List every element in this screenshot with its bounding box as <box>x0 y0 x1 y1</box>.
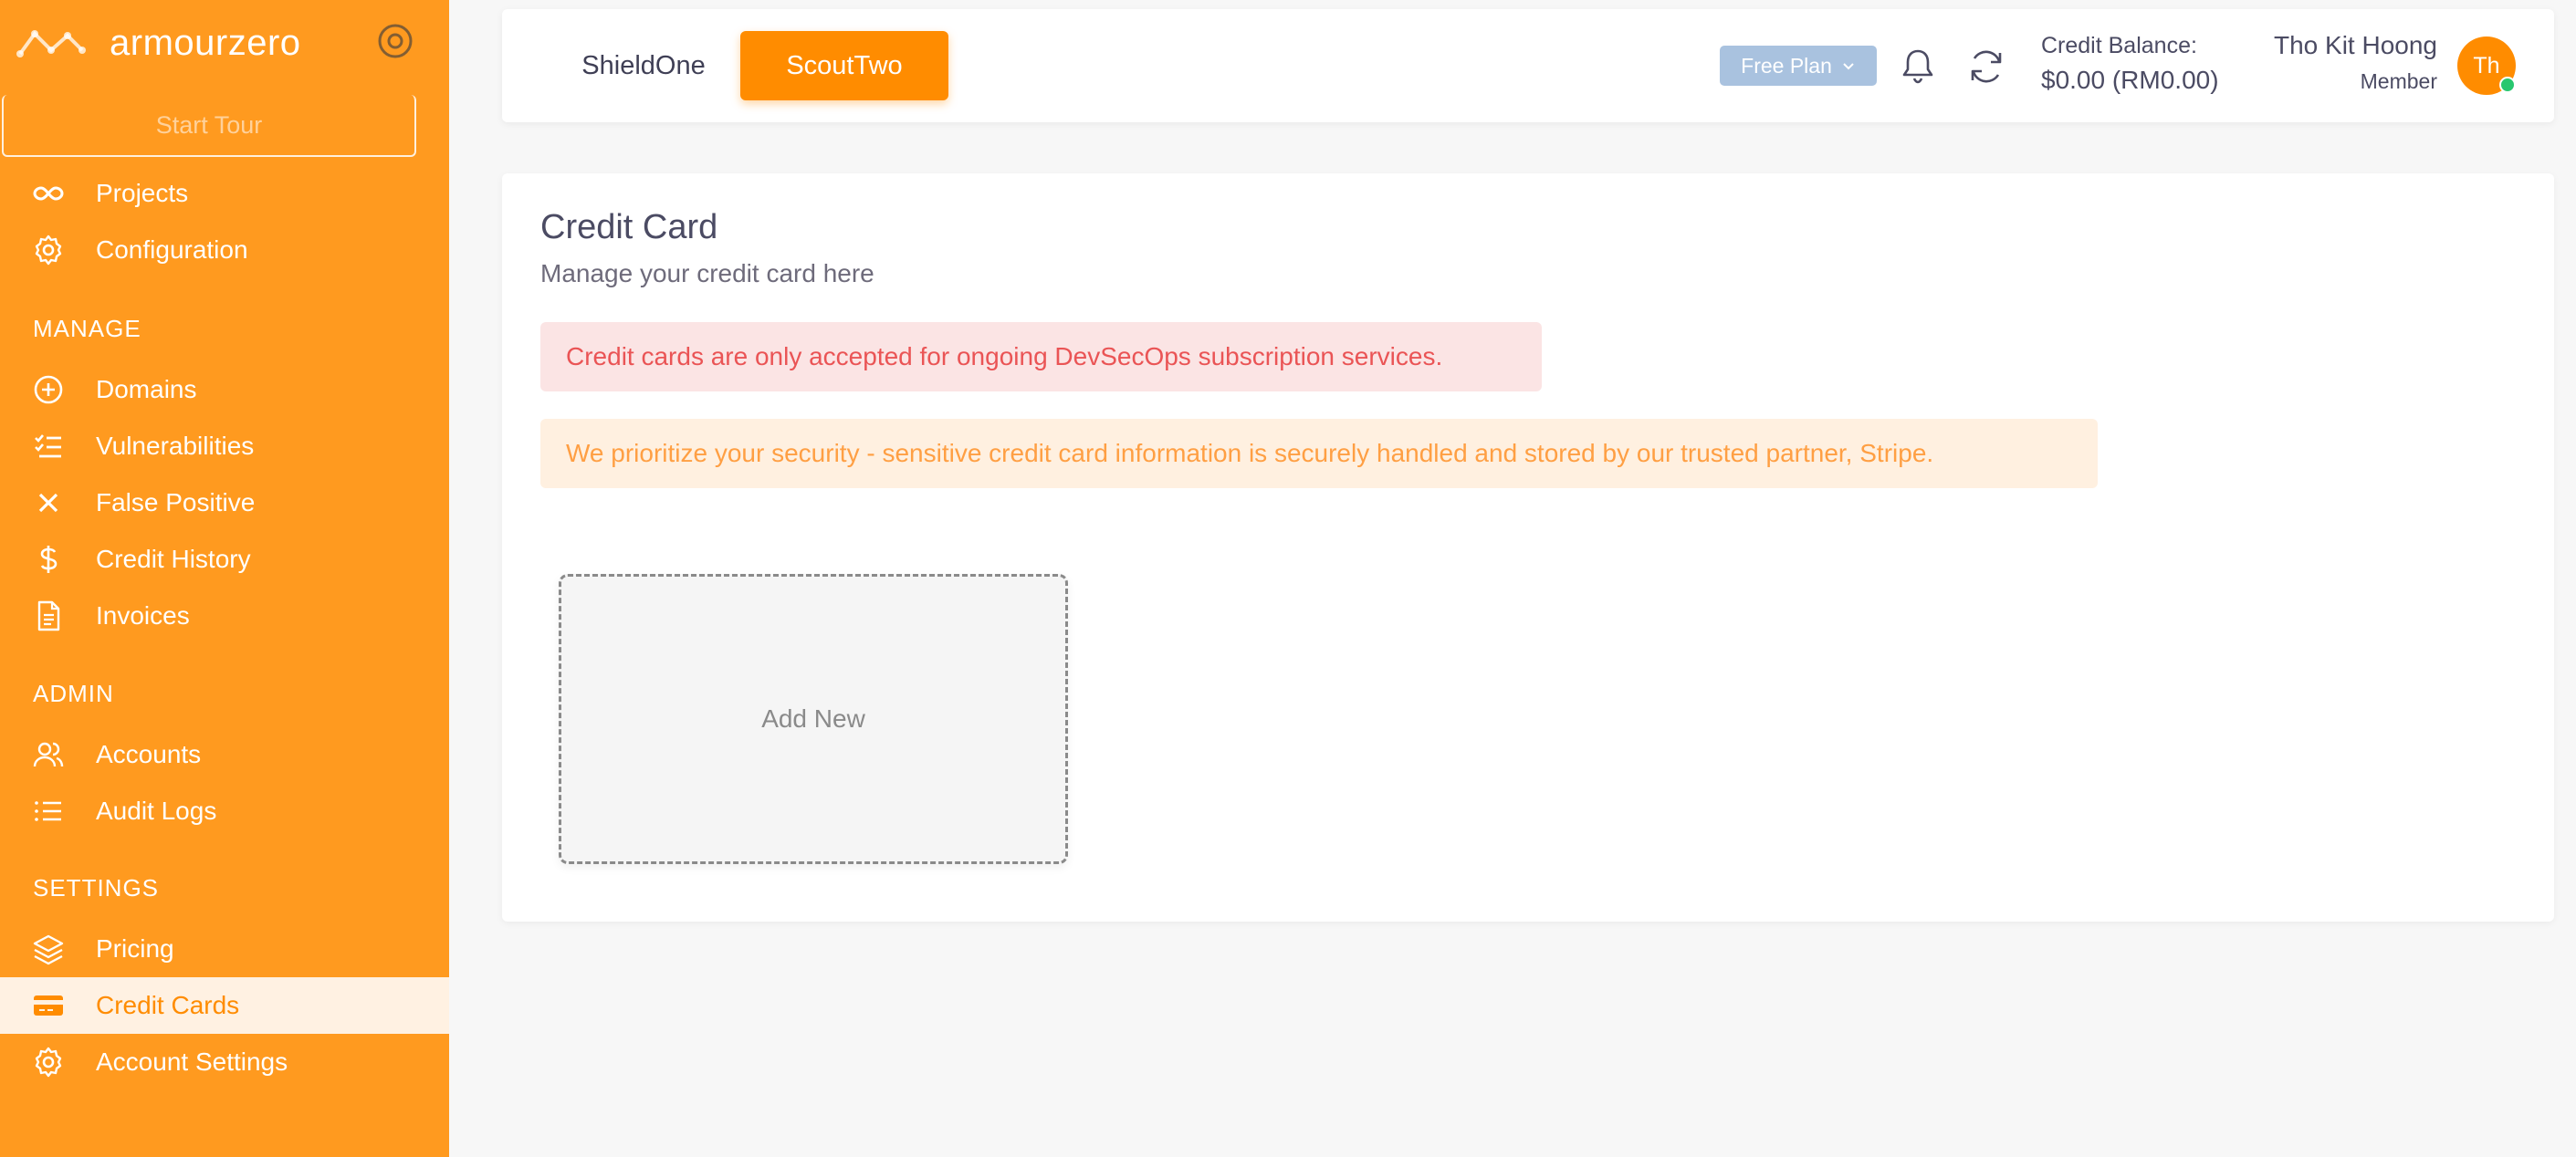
refresh-icon[interactable] <box>1965 46 2007 88</box>
sidebar: armourzero Start Tour Projects Configura… <box>0 0 449 1157</box>
users-icon <box>31 737 66 772</box>
user-name: Tho Kit Hoong <box>2274 31 2437 59</box>
sidebar-item-label: Pricing <box>96 934 174 963</box>
alert-warning: We prioritize your security - sensitive … <box>540 419 2098 488</box>
document-icon <box>31 599 66 633</box>
dollar-icon <box>31 542 66 577</box>
top-bar: ShieldOne ScoutTwo Free Plan Credit Bala… <box>502 9 2554 122</box>
gear-icon <box>31 1045 66 1079</box>
close-icon <box>31 485 66 520</box>
credit-balance-value: $0.00 (RM0.00) <box>2041 66 2219 94</box>
sidebar-item-accounts[interactable]: Accounts <box>0 726 449 783</box>
brand-name: armourzero <box>110 22 301 63</box>
credit-card-panel: Credit Card Manage your credit card here… <box>502 173 2554 922</box>
sidebar-item-label: Invoices <box>96 601 190 630</box>
sidebar-item-invoices[interactable]: Invoices <box>0 588 449 644</box>
sidebar-item-label: Accounts <box>96 740 202 768</box>
checklist-icon <box>31 429 66 464</box>
sidebar-item-domains[interactable]: Domains <box>0 361 449 418</box>
sidebar-item-account-settings[interactable]: Account Settings <box>0 1034 449 1090</box>
plan-dropdown[interactable]: Free Plan <box>1720 46 1877 86</box>
tab-scouttwo[interactable]: ScoutTwo <box>740 31 948 100</box>
sidebar-item-label: False Positive <box>96 488 256 516</box>
sidebar-item-label: Domains <box>96 375 197 403</box>
section-heading-admin: ADMIN <box>33 680 114 707</box>
tab-shieldone[interactable]: ShieldOne <box>539 31 749 100</box>
plus-circle-icon <box>31 372 66 407</box>
user-role: Member <box>2360 69 2437 93</box>
alert-danger: Credit cards are only accepted for ongoi… <box>540 322 1542 391</box>
gear-icon <box>31 233 66 267</box>
sidebar-item-projects[interactable]: Projects <box>0 165 449 222</box>
logo-icon <box>16 30 86 57</box>
sidebar-item-label: Projects <box>96 179 189 207</box>
page-title: Credit Card <box>540 208 718 246</box>
online-status-indicator <box>2499 77 2516 93</box>
infinity-icon <box>31 176 66 211</box>
sidebar-item-label: Configuration <box>96 235 248 264</box>
sidebar-item-label: Audit Logs <box>96 797 217 825</box>
add-new-card-button[interactable]: Add New <box>559 574 1068 864</box>
brand[interactable]: armourzero <box>16 16 301 69</box>
sidebar-item-pricing[interactable]: Pricing <box>0 921 449 977</box>
sidebar-item-false-positive[interactable]: False Positive <box>0 474 449 531</box>
section-heading-settings: SETTINGS <box>33 874 160 902</box>
sidebar-item-label: Account Settings <box>96 1048 288 1076</box>
chevron-down-icon <box>1843 63 1854 70</box>
bell-icon[interactable] <box>1897 46 1939 88</box>
plan-label: Free Plan <box>1741 53 1832 78</box>
sidebar-item-audit-logs[interactable]: Audit Logs <box>0 783 449 839</box>
target-icon[interactable] <box>376 22 414 60</box>
sidebar-item-configuration[interactable]: Configuration <box>0 222 449 278</box>
sidebar-item-credit-history[interactable]: Credit History <box>0 531 449 588</box>
section-heading-manage: MANAGE <box>33 315 141 342</box>
layers-icon <box>31 932 66 966</box>
sidebar-item-label: Credit Cards <box>96 991 240 1019</box>
sidebar-item-label: Credit History <box>96 545 251 573</box>
list-icon <box>31 794 66 829</box>
sidebar-item-label: Vulnerabilities <box>96 432 255 460</box>
start-tour-button[interactable]: Start Tour <box>2 95 416 157</box>
credit-card-icon <box>31 988 66 1023</box>
sidebar-item-vulnerabilities[interactable]: Vulnerabilities <box>0 418 449 474</box>
page-subtitle: Manage your credit card here <box>540 259 874 287</box>
sidebar-item-credit-cards[interactable]: Credit Cards <box>0 977 449 1034</box>
credit-balance-label: Credit Balance: <box>2041 33 2197 58</box>
